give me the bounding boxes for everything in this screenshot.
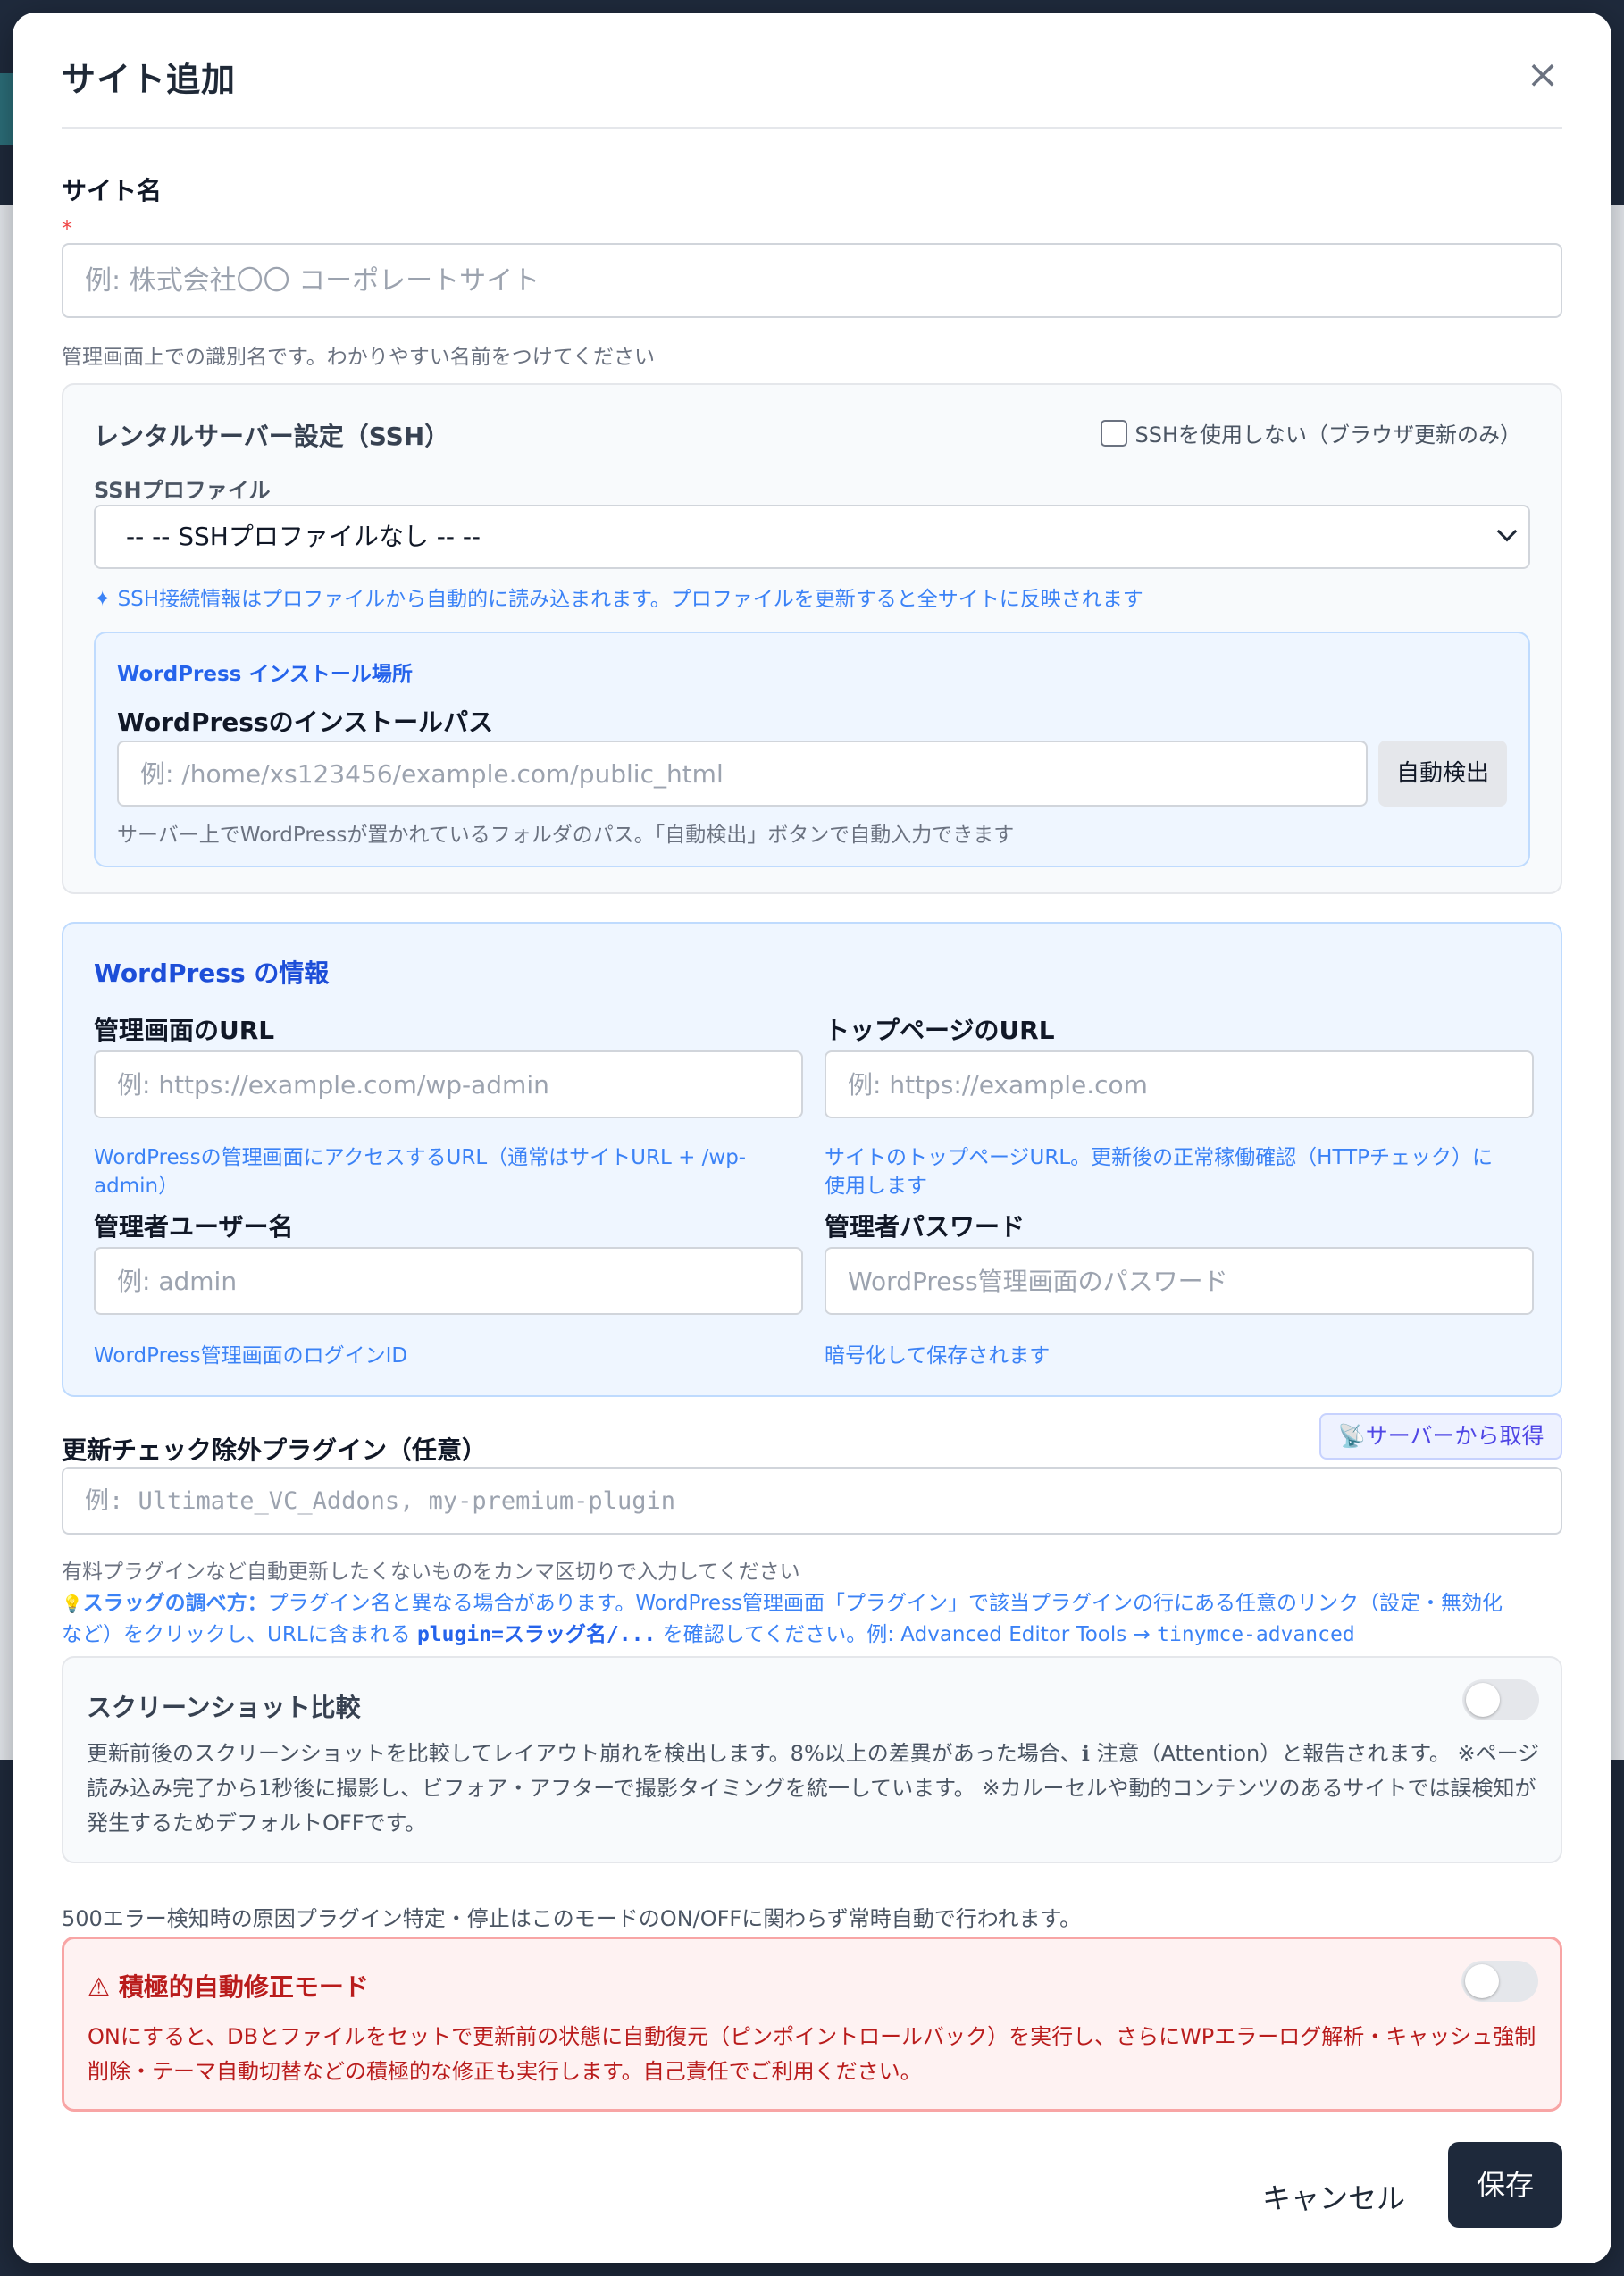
save-button[interactable]: 保存 (1448, 2142, 1562, 2228)
admin-url-hint-line2: admin） (94, 1175, 180, 1198)
no-ssh-label: SSHを使用しない（ブラウザ更新のみ） (1134, 423, 1521, 448)
screenshot-compare-section: スクリーンショット比較 更新前後のスクリーンショットを比較してレイアウト崩れを検… (62, 1656, 1562, 1863)
close-icon[interactable]: × (1523, 55, 1562, 96)
slug-tip-code1: plugin=スラッグ名/... (416, 1623, 657, 1646)
header-divider (62, 127, 1562, 129)
wp-install-section-label: WordPress インストール場所 (117, 663, 413, 686)
admin-user-input[interactable] (94, 1247, 803, 1315)
no-ssh-option[interactable]: SSHを使用しない（ブラウザ更新のみ） (1101, 417, 1521, 448)
screenshot-desc-line1: 更新前後のスクリーンショットを比較してレイアウト崩れを検出します。8%以上の差異… (87, 1741, 1540, 1766)
admin-url-label: 管理画面のURL (94, 1016, 275, 1045)
aggressive-fix-description: ONにすると、DBとファイルをセットで更新前の状態に自動復元（ピンポイントロール… (88, 2020, 1536, 2089)
exclude-plugins-label: 更新チェック除外プラグイン（任意） (62, 1435, 488, 1465)
top-url-hint-line2: 使用します (825, 1175, 927, 1198)
wordpress-info-section: WordPress の情報 管理画面のURL WordPressの管理画面にアク… (62, 922, 1562, 1397)
exclude-plugins-hint: 有料プラグインなど自動更新したくないものをカンマ区切りで入力してください (62, 1561, 800, 1584)
cancel-button[interactable]: キャンセル (1262, 2176, 1405, 2217)
aggressive-desc-line2: 削除・テーマ自動切替などの積極的な修正も実行します。自己責任でご利用ください。 (88, 2059, 922, 2084)
screenshot-desc-line2: 読み込み完了から1秒後に撮影し、ビフォア・アフターで撮影タイミングを統一していま… (87, 1776, 1536, 1801)
modal-title: サイト追加 (62, 60, 237, 99)
satellite-icon: 📡 (1337, 1423, 1366, 1449)
auto-detect-button[interactable]: 自動検出 (1378, 741, 1507, 807)
admin-url-input[interactable] (94, 1050, 803, 1118)
toggle-knob (1466, 1683, 1500, 1717)
admin-password-input[interactable] (825, 1247, 1534, 1315)
screenshot-compare-description: 更新前後のスクリーンショットを比較してレイアウト崩れを検出します。8%以上の差異… (87, 1736, 1539, 1841)
aggressive-fix-section: ⚠ 積極的自動修正モード ONにすると、DBとファイルをセットで更新前の状態に自… (62, 1937, 1562, 2112)
toggle-knob (1465, 1964, 1499, 1998)
admin-url-hint-line1: WordPressの管理画面にアクセスするURL（通常はサイトURL + /wp… (94, 1146, 747, 1169)
wp-info-title: WordPress の情報 (94, 958, 330, 988)
screenshot-compare-toggle[interactable] (1462, 1679, 1539, 1720)
screenshot-compare-title: スクリーンショット比較 (87, 1693, 361, 1722)
ssh-settings-section: レンタルサーバー設定（SSH） SSHを使用しない（ブラウザ更新のみ） SSHプ… (62, 383, 1562, 894)
ssh-profile-selected: -- -- SSHプロファイルなし -- -- (126, 522, 481, 551)
slug-tip-line2: など）をクリックし、URLに含まれる plugin=スラッグ名/... を確認し… (62, 1619, 1503, 1650)
aggressive-fix-toggle[interactable] (1461, 1961, 1538, 2002)
slug-tip-line1: 💡スラッグの調べ方：プラグイン名と異なる場合があります。WordPress管理画… (62, 1588, 1503, 1619)
aggressive-desc-line1: ONにすると、DBとファイルをセットで更新前の状態に自動復元（ピンポイントロール… (88, 2024, 1536, 2049)
site-name-hint: 管理画面上での識別名です。わかりやすい名前をつけてください (62, 346, 656, 369)
ssh-profile-select[interactable]: -- -- SSHプロファイルなし -- -- (94, 505, 1530, 569)
fetch-from-server-label: サーバーから取得 (1365, 1423, 1544, 1449)
slug-tip-text1: プラグイン名と異なる場合があります。WordPress管理画面「プラグイン」で該… (267, 1592, 1503, 1615)
site-name-input[interactable] (62, 243, 1562, 318)
error-500-note: 500エラー検知時の原因プラグイン特定・停止はこのモードのON/OFFに関わらず… (62, 1906, 1082, 1931)
fetch-from-server-button[interactable]: 📡サーバーから取得 (1319, 1413, 1562, 1460)
modal-header: サイト追加 × (62, 52, 1562, 105)
slug-tip-text2b: を確認してください。例: Advanced Editor Tools → (656, 1623, 1158, 1646)
slug-tip: 💡スラッグの調べ方：プラグイン名と異なる場合があります。WordPress管理画… (62, 1588, 1503, 1650)
wp-install-path-hint: サーバー上でWordPressが置かれているフォルダのパス。「自動検出」ボタンで… (117, 824, 1015, 847)
ssh-profile-label: SSHプロファイル (94, 478, 271, 503)
aggressive-fix-title: ⚠ 積極的自動修正モード (88, 1972, 369, 2002)
no-ssh-checkbox[interactable] (1101, 419, 1128, 447)
site-name-label: サイト名 (62, 176, 163, 205)
top-url-hint-line1: サイトのトップページURL。更新後の正常稼働確認（HTTPチェック）に (825, 1146, 1494, 1169)
screenshot-desc-line3: 発生するためデフォルトOFFです。 (87, 1811, 427, 1836)
admin-user-hint: WordPress管理画面のログインID (94, 1344, 408, 1368)
top-url-label: トップページのURL (825, 1016, 1055, 1045)
add-site-modal: サイト追加 × サイト名 * 管理画面上での識別名です。わかりやすい名前をつけて… (13, 13, 1611, 2263)
admin-password-label: 管理者パスワード (825, 1212, 1025, 1242)
wp-install-path-input[interactable] (117, 741, 1368, 807)
lightbulb-icon: 💡 (62, 1594, 83, 1614)
admin-url-hint: WordPressの管理画面にアクセスするURL（通常はサイトURL + /wp… (94, 1143, 803, 1201)
exclude-plugins-input[interactable] (62, 1467, 1562, 1535)
top-url-hint: サイトのトップページURL。更新後の正常稼働確認（HTTPチェック）に 使用しま… (825, 1143, 1534, 1201)
ssh-profile-hint: ✦ SSH接続情報はプロファイルから自動的に読み込まれます。プロファイルを更新す… (94, 588, 1143, 611)
admin-user-label: 管理者ユーザー名 (94, 1212, 294, 1242)
chevron-down-icon (1496, 521, 1518, 542)
admin-password-hint: 暗号化して保存されます (825, 1344, 1051, 1368)
wp-install-path-label: WordPressのインストールパス (117, 707, 494, 737)
slug-tip-text2a: など）をクリックし、URLに含まれる (62, 1623, 417, 1646)
ssh-section-title: レンタルサーバー設定（SSH） (94, 422, 450, 451)
slug-tip-bold: スラッグの調べ方： (82, 1592, 268, 1615)
required-mark: * (62, 216, 72, 241)
slug-tip-code2: tinymce-advanced (1157, 1623, 1355, 1646)
wp-install-location: WordPress インストール場所 WordPressのインストールパス 自動… (94, 632, 1530, 867)
top-url-input[interactable] (825, 1050, 1534, 1118)
